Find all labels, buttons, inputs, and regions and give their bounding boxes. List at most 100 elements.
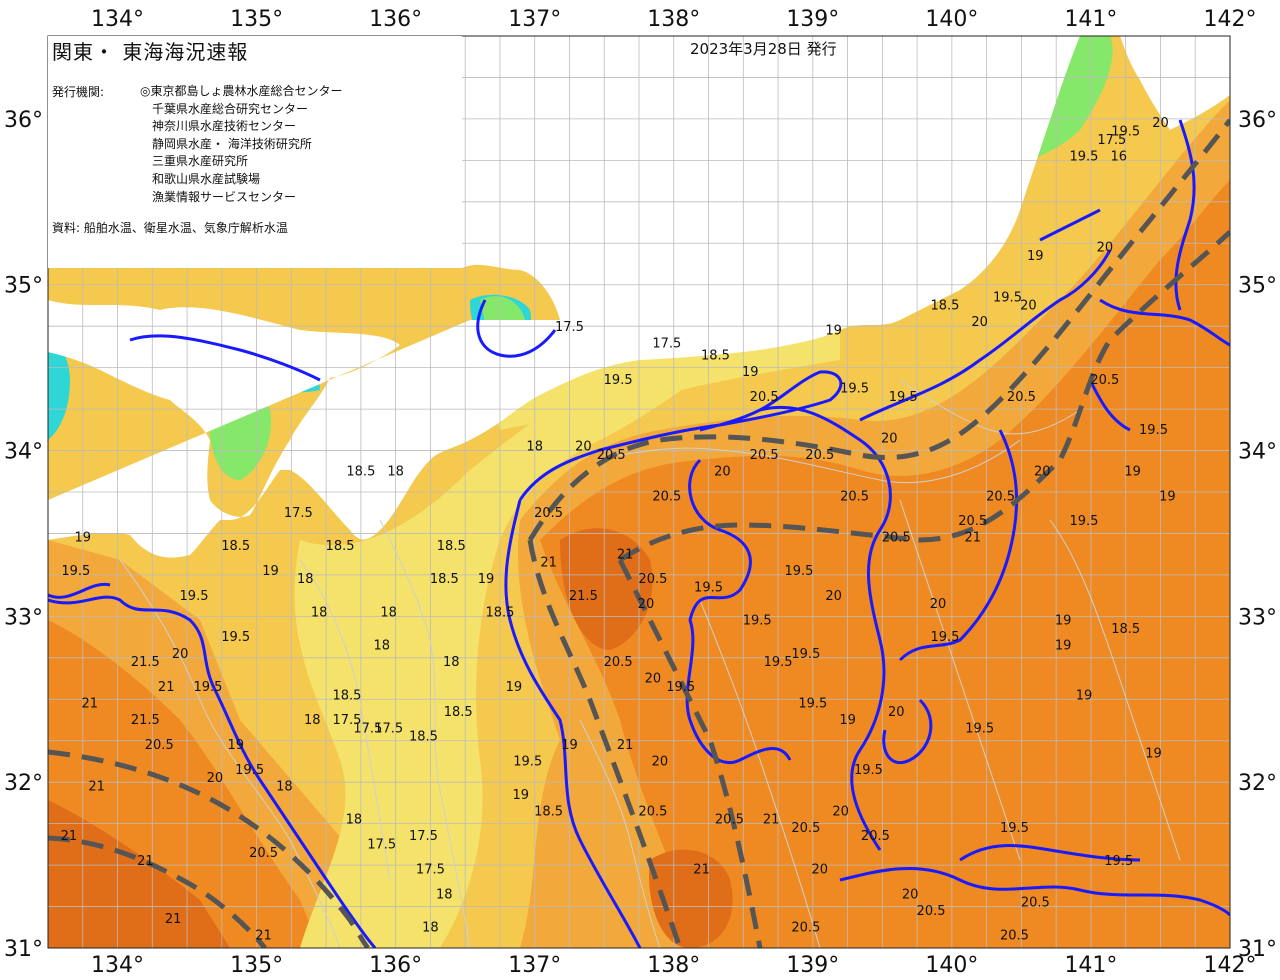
isotherm-label: 20.5 <box>249 846 278 861</box>
isotherm-label: 20.5 <box>1090 373 1119 388</box>
isotherm-label: 20.5 <box>917 904 946 919</box>
isotherm-label: 20.5 <box>861 829 890 844</box>
isotherm-label: 21 <box>81 697 98 712</box>
latitude-label-right: 31° <box>1238 937 1277 962</box>
latitude-label-right: 35° <box>1238 274 1277 299</box>
isotherm-label: 20.5 <box>145 738 174 753</box>
isotherm-label: 19 <box>839 713 856 728</box>
isotherm-label: 20.5 <box>805 448 834 463</box>
isotherm-label: 19 <box>262 564 279 579</box>
latitude-label-left: 35° <box>4 274 43 299</box>
isotherm-label: 21 <box>158 680 175 695</box>
isotherm-label: 19 <box>1027 249 1044 264</box>
isotherm-label: 18 <box>311 605 328 620</box>
isotherm-label: 18.5 <box>437 539 466 554</box>
isotherm-label: 19.5 <box>513 755 542 770</box>
isotherm-label: 21.5 <box>131 713 160 728</box>
longitude-label-top: 142° <box>1204 7 1257 32</box>
isotherm-label: 17.5 <box>652 337 681 352</box>
isotherm-label: 19.5 <box>854 763 883 778</box>
isotherm-label: 21.5 <box>569 589 598 604</box>
isotherm-label: 19.5 <box>1139 423 1168 438</box>
isotherm-label: 19.5 <box>180 589 209 604</box>
isotherm-label: 18.5 <box>346 464 375 479</box>
isotherm-label: 19 <box>561 738 578 753</box>
isotherm-label: 19.5 <box>61 564 90 579</box>
isotherm-label: 19 <box>227 738 244 753</box>
isotherm-label: 19.5 <box>784 564 813 579</box>
issue-date: 2023年3月28日 発行 <box>690 40 837 58</box>
issuer-item: 千葉県水産総合研究センター <box>152 101 309 116</box>
isotherm-label: 18 <box>380 605 397 620</box>
issuer-item: 和歌山県水産試験場 <box>152 171 261 186</box>
isotherm-label: 19.5 <box>791 647 820 662</box>
isotherm-label: 19.5 <box>1070 149 1099 164</box>
isotherm-label: 16 <box>1110 149 1127 164</box>
latitude-label-left: 32° <box>4 771 43 796</box>
isotherm-label: 20 <box>645 672 662 687</box>
isotherm-label: 20 <box>1097 241 1114 256</box>
isotherm-label: 19.5 <box>798 697 827 712</box>
isotherm-label: 21 <box>617 547 634 562</box>
isotherm-label: 19.5 <box>1111 124 1140 139</box>
longitude-label-bottom: 135° <box>230 953 283 978</box>
isotherm-label: 20.5 <box>1000 929 1029 944</box>
longitude-label-bottom: 139° <box>786 953 839 978</box>
longitude-label-top: 140° <box>925 7 978 32</box>
longitude-label-top: 134° <box>91 7 144 32</box>
isotherm-label: 18 <box>387 464 404 479</box>
isotherm-label: 19 <box>1055 614 1072 629</box>
isotherm-label: 21 <box>763 813 780 828</box>
isotherm-label: 21 <box>165 912 182 927</box>
isotherm-label: 18 <box>297 572 314 587</box>
isotherm-label: 19 <box>742 365 759 380</box>
isotherm-label: 21.5 <box>131 655 160 670</box>
isotherm-label: 20 <box>638 597 655 612</box>
isotherm-label: 18.5 <box>332 688 361 703</box>
isotherm-label: 20 <box>971 315 988 330</box>
latitude-label-left: 36° <box>4 108 43 133</box>
isotherm-label: 19.5 <box>993 290 1022 305</box>
latitude-label-right: 33° <box>1238 605 1277 630</box>
isotherm-label: 19.5 <box>743 614 772 629</box>
isotherm-label: 18 <box>373 639 390 654</box>
isotherm-label: 20.5 <box>958 514 987 529</box>
isotherm-label: 19.5 <box>889 390 918 405</box>
isotherm-label: 19 <box>1124 464 1141 479</box>
longitude-label-top: 138° <box>647 7 700 32</box>
isotherm-label: 19 <box>1159 489 1176 504</box>
isotherm-label: 20 <box>172 647 189 662</box>
isotherm-label: 19.5 <box>235 763 264 778</box>
isotherm-label: 20 <box>930 597 947 612</box>
isotherm-label: 21 <box>137 854 154 869</box>
isotherm-label: 18.5 <box>221 539 250 554</box>
isotherm-label: 19.5 <box>1104 854 1133 869</box>
isotherm-label: 17.5 <box>284 506 313 521</box>
isotherm-label: 19.5 <box>840 382 869 397</box>
isotherm-label: 20.5 <box>638 572 667 587</box>
isotherm-label: 21 <box>88 779 105 794</box>
issuer-item: 静岡県水産・ 海洋技術研究所 <box>152 136 312 151</box>
longitude-label-bottom: 137° <box>508 953 561 978</box>
isotherm-label: 19.5 <box>604 373 633 388</box>
isotherm-label: 18.5 <box>409 730 438 745</box>
isotherm-label: 19 <box>1055 639 1072 654</box>
latitude-label-right: 32° <box>1238 771 1277 796</box>
longitude-label-bottom: 140° <box>925 953 978 978</box>
isotherm-label: 19 <box>74 531 91 546</box>
longitude-label-bottom: 136° <box>369 953 422 978</box>
latitude-label-left: 31° <box>4 937 43 962</box>
isotherm-label: 18.5 <box>444 705 473 720</box>
isotherm-label: 19.5 <box>1070 514 1099 529</box>
isotherm-label: 17.5 <box>409 829 438 844</box>
latitude-label-left: 33° <box>4 605 43 630</box>
isotherm-label: 20 <box>881 431 898 446</box>
data-sources: 資料: 船舶水温、衛星水温、気象庁解析水温 <box>52 221 288 235</box>
isotherm-label: 19.5 <box>764 655 793 670</box>
longitude-label-top: 141° <box>1064 7 1117 32</box>
issuer-list: ◎東京都島しょ農林水産総合センター 千葉県水産総合研究センター 神奈川県水産技術… <box>140 83 342 206</box>
longitude-label-bottom: 141° <box>1064 953 1117 978</box>
latitude-label-right: 36° <box>1238 108 1277 133</box>
isotherm-label: 19 <box>1145 746 1162 761</box>
isotherm-label: 18 <box>304 713 321 728</box>
